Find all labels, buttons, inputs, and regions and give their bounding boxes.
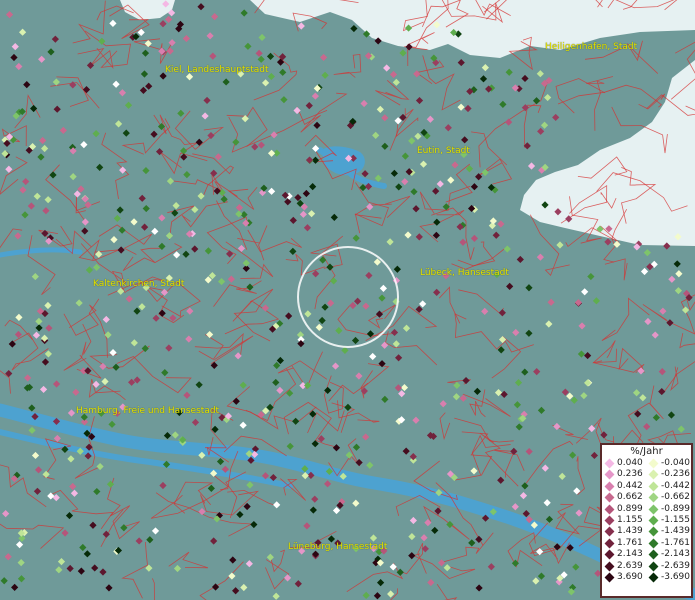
legend-swatch-positive xyxy=(604,504,615,515)
land-background xyxy=(0,0,695,600)
legend-label-negative: -0.662 xyxy=(661,492,691,503)
legend-swatch-positive xyxy=(604,492,615,503)
legend-label-negative: -0.236 xyxy=(661,469,691,480)
city-label-lueneburg: Lüneburg, Hansestadt xyxy=(288,542,388,552)
legend-swatch-positive xyxy=(604,538,615,549)
legend-swatch-negative xyxy=(648,526,659,537)
legend-rows: 0.040 -0.040 0.236 -0.236 0.442 -0.442 0.662 -0… xyxy=(602,458,691,583)
legend-label-positive: 1.761 xyxy=(617,537,643,548)
legend-swatch-negative xyxy=(648,549,659,560)
legend-label-negative: -1.439 xyxy=(661,526,691,537)
legend-swatch-positive xyxy=(604,481,615,492)
legend-row: 2.143 -2.143 xyxy=(602,549,691,560)
city-label-luebeck: Lübeck, Hansestadt xyxy=(420,268,509,278)
legend-swatch-negative xyxy=(648,538,659,549)
map-view[interactable]: Kiel, Landeshauptstadt Heiligenhafen, St… xyxy=(0,0,695,600)
legend-label-negative: -1.761 xyxy=(661,537,691,548)
legend-label-positive: 2.639 xyxy=(617,560,643,571)
legend-swatch-positive xyxy=(604,549,615,560)
legend-label-negative: -2.639 xyxy=(661,560,691,571)
legend-label-positive: 0.899 xyxy=(617,503,643,514)
legend-swatch-positive xyxy=(604,515,615,526)
city-label-eutin: Eutin, Stadt xyxy=(417,146,470,156)
city-label-kaltenkirchen: Kaltenkirchen, Stadt xyxy=(93,279,185,289)
legend-swatch-positive xyxy=(604,572,615,583)
legend-row: 3.690 -3.690 xyxy=(602,572,691,583)
map-canvas[interactable] xyxy=(0,0,695,600)
map-legend: %/Jahr 0.040 -0.040 0.236 -0.236 0.442 -0.442… xyxy=(600,443,693,598)
legend-swatch-negative xyxy=(648,458,659,469)
legend-swatch-positive xyxy=(604,469,615,480)
legend-row: 1.439 -1.439 xyxy=(602,526,691,537)
legend-row: 1.761 -1.761 xyxy=(602,538,691,549)
legend-label-positive: 0.040 xyxy=(617,458,643,468)
legend-label-positive: 0.442 xyxy=(617,480,643,491)
legend-swatch-positive xyxy=(604,561,615,571)
legend-label-positive: 0.236 xyxy=(617,469,643,480)
legend-row: 2.639 -2.639 xyxy=(602,561,691,572)
city-label-hamburg: Hamburg, Freie und Hansestadt xyxy=(76,406,220,416)
legend-label-negative: -0.899 xyxy=(661,503,691,514)
legend-row: 1.155 -1.155 xyxy=(602,515,691,526)
legend-swatch-negative xyxy=(648,561,659,571)
legend-label-positive: 2.143 xyxy=(617,549,643,560)
legend-swatch-positive xyxy=(604,526,615,537)
legend-row: 0.040 -0.040 xyxy=(602,458,691,469)
city-label-kiel: Kiel, Landeshauptstadt xyxy=(165,65,269,75)
legend-row: 0.899 -0.899 xyxy=(602,504,691,515)
legend-swatch-negative xyxy=(648,515,659,526)
legend-swatch-negative xyxy=(648,492,659,503)
legend-row: 0.442 -0.442 xyxy=(602,481,691,492)
city-label-heiligenhafen: Heiligenhafen, Stadt xyxy=(545,42,638,52)
legend-swatch-positive xyxy=(604,458,615,469)
legend-label-negative: -3.690 xyxy=(661,571,691,582)
legend-swatch-negative xyxy=(648,469,659,480)
legend-label-positive: 1.439 xyxy=(617,526,643,537)
legend-label-positive: 3.690 xyxy=(617,571,643,582)
legend-label-positive: 0.662 xyxy=(617,492,643,503)
legend-row: 0.236 -0.236 xyxy=(602,469,691,480)
legend-title: %/Jahr xyxy=(630,446,663,457)
legend-swatch-negative xyxy=(648,504,659,515)
legend-label-negative: -2.143 xyxy=(661,549,691,560)
legend-label-negative: -0.040 xyxy=(661,458,691,468)
legend-label-positive: 1.155 xyxy=(617,514,643,525)
legend-swatch-negative xyxy=(648,481,659,492)
legend-row: 0.662 -0.662 xyxy=(602,492,691,503)
legend-swatch-negative xyxy=(648,572,659,583)
legend-label-negative: -0.442 xyxy=(661,480,691,491)
legend-label-negative: -1.155 xyxy=(661,514,691,525)
